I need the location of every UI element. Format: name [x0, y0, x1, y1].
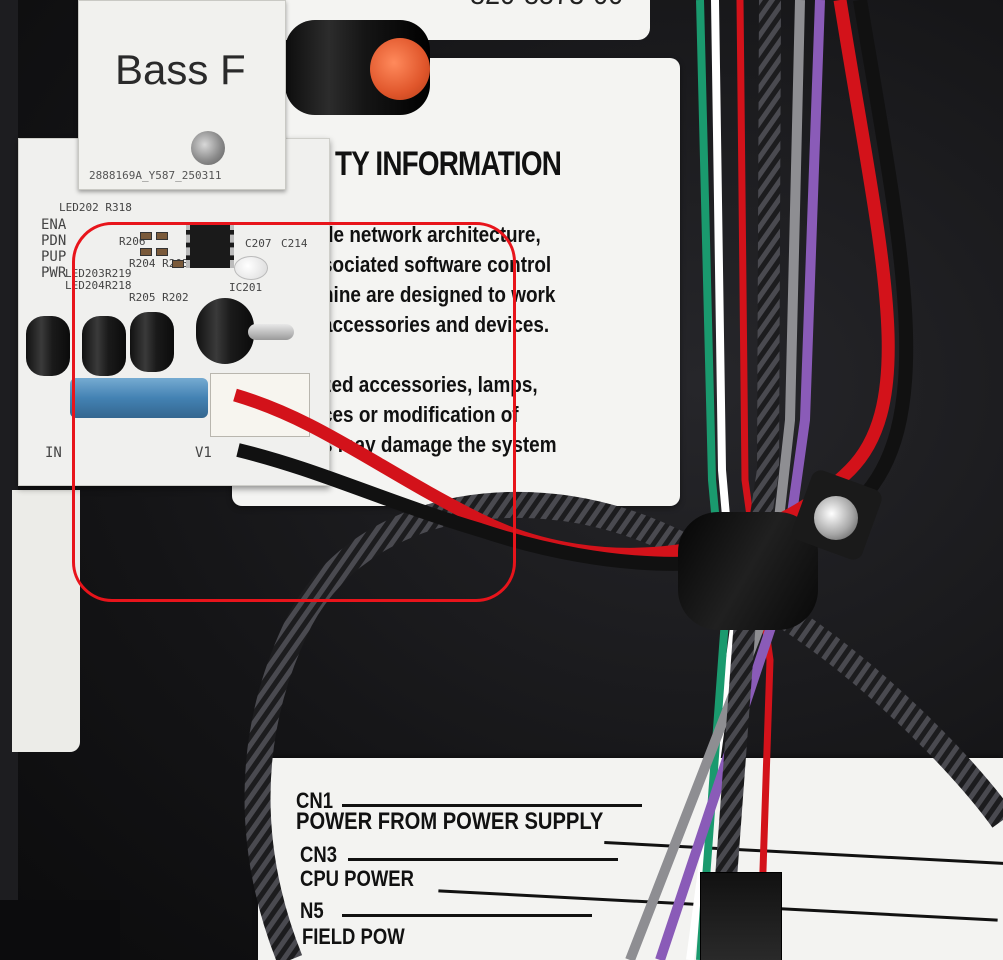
red-annotation-box [72, 222, 516, 602]
braided-cable-right [753, 588, 1003, 828]
photo-scene: 820-8573-00 TY INFORMATION de network ar… [0, 0, 1003, 960]
molex-connector [700, 872, 782, 960]
clip-screw [814, 496, 858, 540]
